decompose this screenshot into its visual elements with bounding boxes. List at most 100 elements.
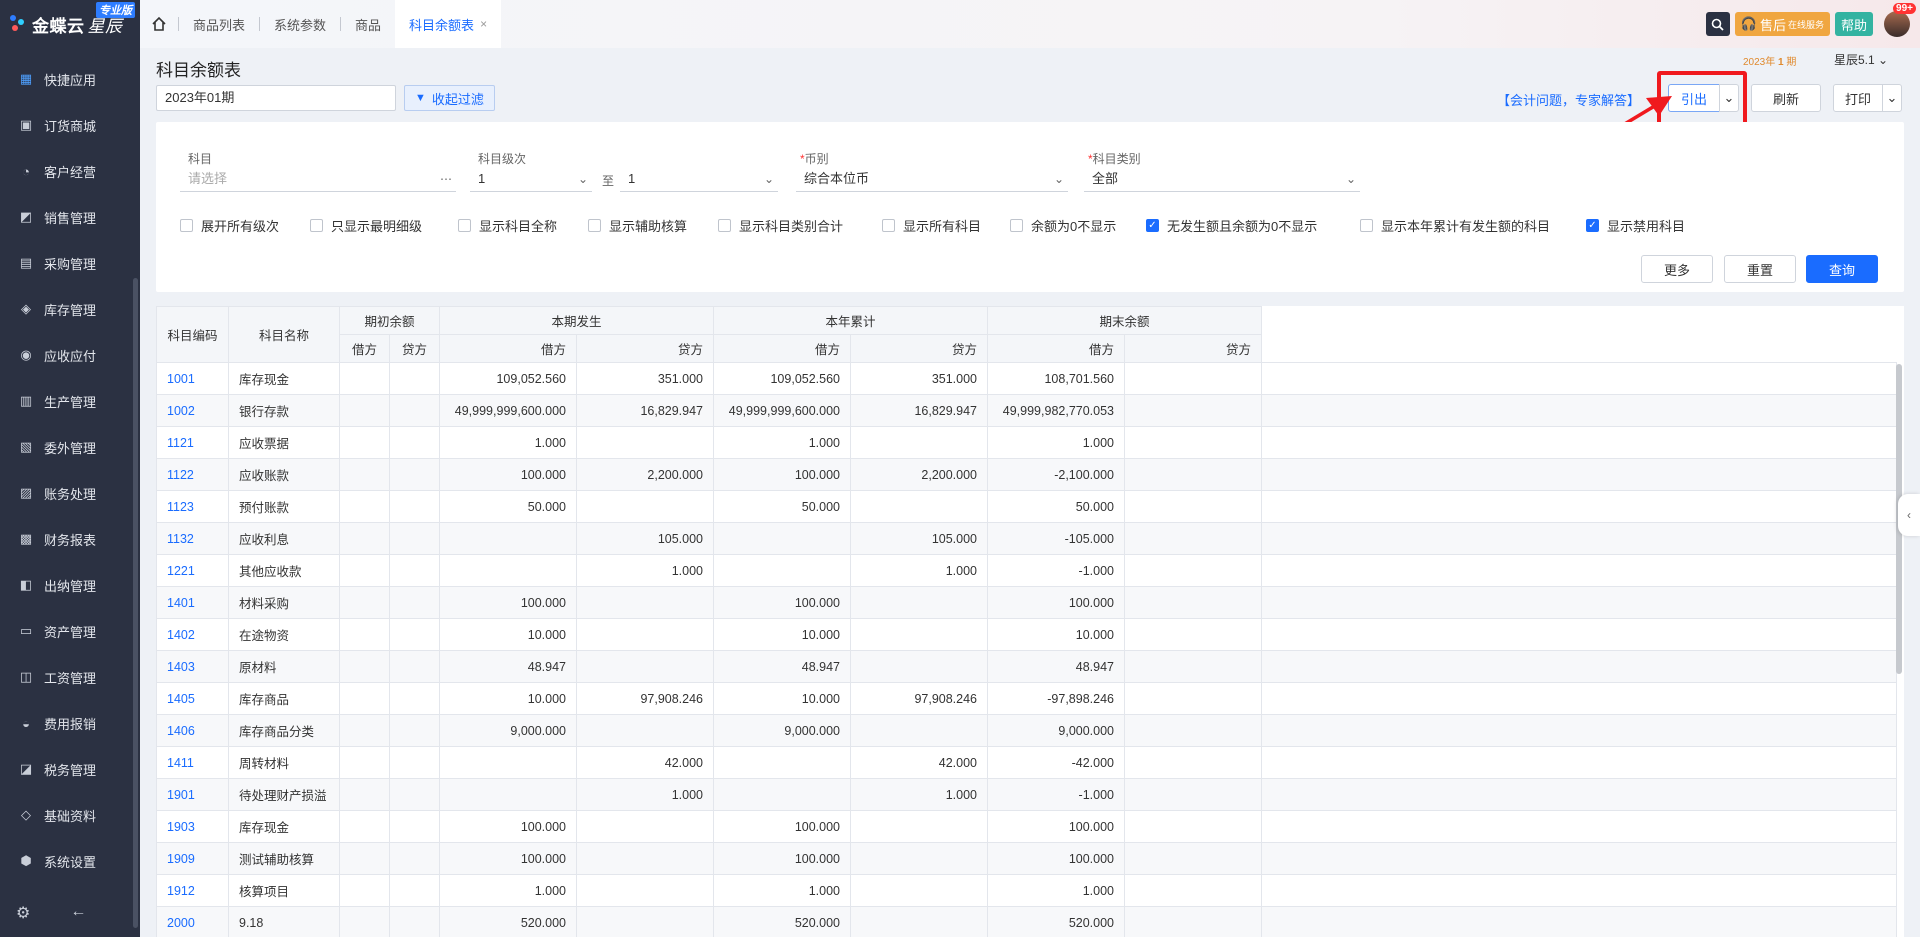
tab-product-list[interactable]: 商品列表 [179, 0, 259, 48]
print-dropdown-chevron-icon[interactable]: ⌄ [1882, 84, 1902, 112]
table-row[interactable]: 1401 材料采购 100.000 100.000 100.000 [156, 586, 1897, 619]
tab-product[interactable]: 商品 [341, 0, 395, 48]
sidebar-item-5[interactable]: ◈ 库存管理 [0, 286, 140, 332]
avatar[interactable]: 99+ [1884, 3, 1916, 37]
account-code[interactable]: 1132 [167, 532, 194, 546]
checkbox-option-7[interactable]: ✓ 无发生额且余额为0不显示 [1146, 216, 1317, 235]
sidebar-item-17[interactable]: ⬢ 系统设置 [0, 838, 140, 884]
checkbox-empty-icon[interactable] [310, 219, 323, 232]
search-icon[interactable] [1705, 12, 1730, 36]
checkbox-option-6[interactable]: 余额为0不显示 [1010, 216, 1116, 235]
sidebar-item-8[interactable]: ▧ 委外管理 [0, 424, 140, 470]
sidebar-item-9[interactable]: ▨ 账务处理 [0, 470, 140, 516]
home-icon[interactable] [140, 0, 178, 48]
settings-gear-icon[interactable]: ⚙ [16, 903, 30, 923]
account-code[interactable]: 1403 [167, 660, 195, 674]
table-row[interactable]: 1405 库存商品 10.000 97,908.246 10.000 97,908.246… [156, 682, 1897, 715]
account-code[interactable]: 1402 [167, 628, 195, 642]
account-code-link[interactable]: 1406 [156, 714, 229, 747]
checkbox-checked-icon[interactable]: ✓ [1586, 219, 1599, 232]
sidebar-scrollbar[interactable] [133, 278, 138, 928]
sidebar-item-16[interactable]: ◇ 基础资料 [0, 792, 140, 838]
account-code[interactable]: 1406 [167, 724, 195, 738]
tab-system-params[interactable]: 系统参数 [260, 0, 340, 48]
table-row[interactable]: 1123 预付账款 50.000 50.000 50.000 [156, 490, 1897, 523]
brand-logo[interactable]: 金蝶云 星辰 专业版 [0, 0, 140, 48]
account-code-link[interactable]: 1901 [156, 778, 229, 811]
expert-help-link[interactable]: 【会计问题，专家解答】 [1497, 90, 1640, 109]
account-code[interactable]: 1912 [167, 884, 195, 898]
close-icon[interactable]: × [480, 17, 487, 31]
account-code-link[interactable]: 1122 [156, 458, 229, 491]
table-row[interactable]: 1903 库存现金 100.000 100.000 100.000 [156, 810, 1897, 843]
account-code-link[interactable]: 1123 [156, 490, 229, 523]
account-code-link[interactable]: 1132 [156, 522, 229, 555]
table-row[interactable]: 1121 应收票据 1.000 1.000 1.000 [156, 426, 1897, 459]
account-code-link[interactable]: 1903 [156, 810, 229, 843]
account-code-link[interactable]: 1001 [156, 362, 229, 395]
collapse-filter-button[interactable]: ▼ 收起过滤 [404, 85, 495, 111]
sidebar-item-10[interactable]: ▩ 财务报表 [0, 516, 140, 562]
subject-input[interactable]: 请选择 ⋯ [180, 166, 456, 192]
sidebar-item-15[interactable]: ◪ 税务管理 [0, 746, 140, 792]
sidebar-item-11[interactable]: ◧ 出纳管理 [0, 562, 140, 608]
table-row[interactable]: 1406 库存商品分类 9,000.000 9,000.000 9,000.000 [156, 714, 1897, 747]
sidebar-item-4[interactable]: ▤ 采购管理 [0, 240, 140, 286]
checkbox-option-0[interactable]: 展开所有级次 [180, 216, 279, 235]
checkbox-empty-icon[interactable] [458, 219, 471, 232]
checkbox-option-9[interactable]: ✓ 显示禁用科目 [1586, 216, 1685, 235]
account-code-link[interactable]: 1002 [156, 394, 229, 427]
export-button[interactable]: 引出 [1668, 84, 1720, 112]
account-code-link[interactable]: 2000 [156, 906, 229, 937]
account-code-link[interactable]: 1121 [156, 426, 229, 459]
sidebar-item-13[interactable]: ◫ 工资管理 [0, 654, 140, 700]
checkbox-option-3[interactable]: 显示辅助核算 [588, 216, 687, 235]
tab-account-balance[interactable]: 科目余额表 × [395, 0, 502, 48]
account-code-link[interactable]: 1403 [156, 650, 229, 683]
subject-type-select[interactable]: 全部 ⌄ [1084, 166, 1360, 192]
table-row[interactable]: 1912 核算项目 1.000 1.000 1.000 [156, 874, 1897, 907]
more-options-icon[interactable]: ⋯ [440, 166, 452, 192]
account-code[interactable]: 1001 [167, 372, 195, 386]
table-row[interactable]: 1122 应收账款 100.000 2,200.000 100.000 2,200.000… [156, 458, 1897, 491]
print-button[interactable]: 打印 [1833, 84, 1883, 112]
reset-button[interactable]: 重置 [1724, 255, 1796, 283]
sidebar-item-7[interactable]: ▥ 生产管理 [0, 378, 140, 424]
sidebar-item-6[interactable]: ◉ 应收应付 [0, 332, 140, 378]
checkbox-empty-icon[interactable] [1360, 219, 1373, 232]
sidebar-item-12[interactable]: ▭ 资产管理 [0, 608, 140, 654]
checkbox-empty-icon[interactable] [1010, 219, 1023, 232]
table-row[interactable]: 1402 在途物资 10.000 10.000 10.000 [156, 618, 1897, 651]
account-code[interactable]: 1405 [167, 692, 195, 706]
sidebar-item-3[interactable]: ◩ 销售管理 [0, 194, 140, 240]
account-code[interactable]: 2000 [167, 916, 195, 930]
sidebar-item-0[interactable]: ▦ 快捷应用 [0, 56, 140, 102]
export-dropdown-chevron-icon[interactable]: ⌄ [1719, 84, 1739, 112]
account-code-link[interactable]: 1411 [156, 746, 229, 779]
more-button[interactable]: 更多 [1641, 255, 1713, 283]
account-code-link[interactable]: 1401 [156, 586, 229, 619]
account-code-link[interactable]: 1912 [156, 874, 229, 907]
checkbox-option-4[interactable]: 显示科目类别合计 [718, 216, 843, 235]
side-panel-toggle-chevron-icon[interactable]: ‹ [1898, 494, 1920, 536]
table-row[interactable]: 1221 其他应收款 1.000 1.000 -1.000 [156, 554, 1897, 587]
sidebar-item-2[interactable]: ◔ 客户经营 [0, 148, 140, 194]
account-code[interactable]: 1909 [167, 852, 195, 866]
account-code[interactable]: 1122 [167, 468, 194, 482]
level-from-select[interactable]: 1 ⌄ [470, 166, 592, 192]
account-code[interactable]: 1121 [167, 436, 194, 450]
table-row[interactable]: 1132 应收利息 105.000 105.000 -105.000 [156, 522, 1897, 555]
currency-select[interactable]: 综合本位币 ⌄ [796, 166, 1068, 192]
checkbox-empty-icon[interactable] [718, 219, 731, 232]
table-row[interactable]: 1403 原材料 48.947 48.947 48.947 [156, 650, 1897, 683]
account-code[interactable]: 1221 [167, 564, 195, 578]
level-to-select[interactable]: 1 ⌄ [620, 166, 778, 192]
table-row[interactable]: 1909 测试辅助核算 100.000 100.000 100.000 [156, 842, 1897, 875]
query-button[interactable]: 查询 [1806, 255, 1878, 283]
refresh-button[interactable]: 刷新 [1751, 84, 1821, 112]
table-row[interactable]: 1901 待处理财产损溢 1.000 1.000 -1.000 [156, 778, 1897, 811]
checkbox-checked-icon[interactable]: ✓ [1146, 219, 1159, 232]
checkbox-empty-icon[interactable] [180, 219, 193, 232]
checkbox-option-1[interactable]: 只显示最明细级 [310, 216, 422, 235]
checkbox-empty-icon[interactable] [882, 219, 895, 232]
